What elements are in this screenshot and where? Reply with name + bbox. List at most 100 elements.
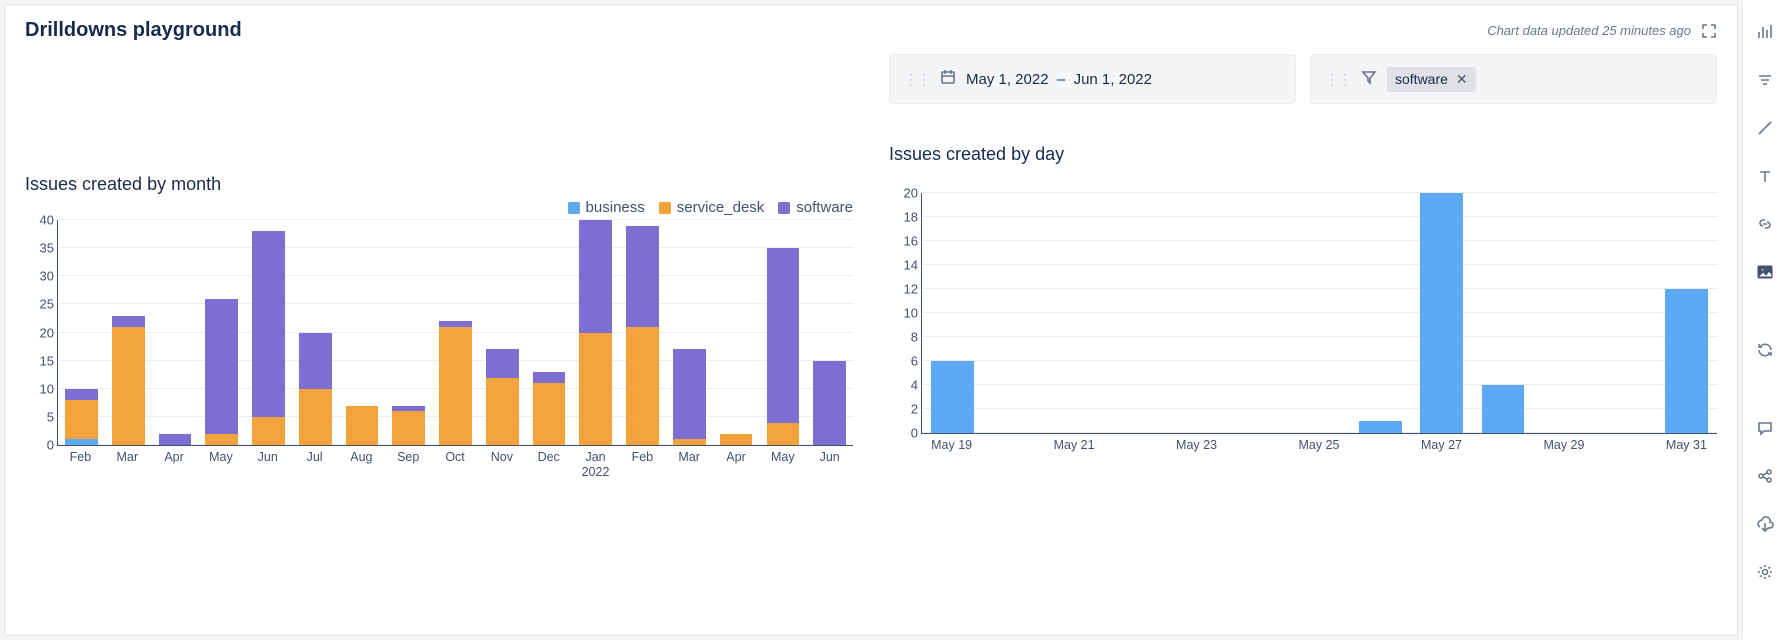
bar-segment[interactable] [579, 333, 612, 446]
chart-right: ⋮⋮ May 1, 2022 – Jun 1, 2022 ⋮⋮ software… [889, 54, 1717, 611]
bar-segment[interactable] [486, 378, 519, 446]
bar-segment[interactable] [486, 349, 519, 377]
legend-item-business[interactable]: business [568, 199, 645, 216]
bar-slot[interactable] [198, 220, 245, 445]
x-axis-label [1105, 434, 1166, 453]
bar-segment[interactable] [65, 389, 98, 400]
bar-slot[interactable] [432, 220, 479, 445]
legend-item-service-desk[interactable]: service_desk [659, 199, 765, 216]
link-icon[interactable] [1751, 210, 1779, 238]
bar-segment[interactable] [299, 389, 332, 445]
bar-slot[interactable] [479, 220, 526, 445]
fullscreen-icon[interactable] [1701, 23, 1717, 39]
x-axis-label: Aug [338, 446, 385, 480]
bar-segment[interactable] [205, 299, 238, 434]
line-icon[interactable] [1751, 114, 1779, 142]
bar-slot[interactable] [1411, 193, 1472, 433]
bar-slot[interactable] [1289, 193, 1350, 433]
share-icon[interactable] [1751, 462, 1779, 490]
bar-slot[interactable] [572, 220, 619, 445]
chart-left-plot: 0510152025303540 FebMarAprMayJunJulAugSe… [25, 220, 853, 480]
bar-segment[interactable] [252, 417, 285, 445]
bar-slot[interactable] [152, 220, 199, 445]
bar-slot[interactable] [713, 220, 760, 445]
bar-slot[interactable] [339, 220, 386, 445]
bar-segment[interactable] [533, 372, 566, 383]
bar-segment[interactable] [439, 327, 472, 445]
bar-segment[interactable] [579, 220, 612, 333]
x-axis-label: Apr [151, 446, 198, 480]
x-axis-label: Nov [478, 446, 525, 480]
bar-slot[interactable] [666, 220, 713, 445]
bar-segment[interactable] [205, 434, 238, 445]
bar-slot[interactable] [1044, 193, 1105, 433]
x-axis-label: May [759, 446, 806, 480]
x-axis-label: May 19 [921, 434, 982, 453]
bar-segment[interactable] [813, 361, 846, 445]
comment-icon[interactable] [1751, 414, 1779, 442]
bar-segment[interactable] [931, 361, 974, 433]
bar-slot[interactable] [619, 220, 666, 445]
bar-segment[interactable] [1420, 193, 1463, 433]
bar-slot[interactable] [1105, 193, 1166, 433]
bar-slot[interactable] [1656, 193, 1717, 433]
bar-segment[interactable] [392, 411, 425, 445]
bar-segment[interactable] [112, 316, 145, 327]
bar-slot[interactable] [983, 193, 1044, 433]
bar-segment[interactable] [252, 231, 285, 417]
drag-handle-icon[interactable]: ⋮⋮ [904, 71, 930, 88]
text-icon[interactable] [1751, 162, 1779, 190]
bar-slot[interactable] [806, 220, 853, 445]
image-icon[interactable] [1751, 258, 1779, 286]
refresh-icon[interactable] [1751, 336, 1779, 364]
chart-right-plot: 02468101214161820 May 19May 21May 23May … [889, 193, 1717, 453]
bar-slot[interactable] [1472, 193, 1533, 433]
x-axis-label: May 31 [1656, 434, 1717, 453]
bar-slot[interactable] [292, 220, 339, 445]
x-axis-label: May 23 [1166, 434, 1227, 453]
bar-slot[interactable] [922, 193, 983, 433]
settings-icon[interactable] [1751, 558, 1779, 586]
bar-segment[interactable] [65, 400, 98, 439]
bar-segment[interactable] [1665, 289, 1708, 433]
drag-handle-icon[interactable]: ⋮⋮ [1325, 71, 1351, 88]
bar-segment[interactable] [626, 226, 659, 327]
bar-slot[interactable] [58, 220, 105, 445]
bar-slot[interactable] [1595, 193, 1656, 433]
bar-segment[interactable] [673, 439, 706, 445]
bar-segment[interactable] [346, 406, 379, 445]
bar-slot[interactable] [1228, 193, 1289, 433]
chip-remove-icon[interactable]: ✕ [1456, 71, 1468, 88]
filter-icon[interactable] [1751, 66, 1779, 94]
bar-slot[interactable] [245, 220, 292, 445]
bar-segment[interactable] [533, 383, 566, 445]
bar-segment[interactable] [1482, 385, 1525, 433]
bar-segment[interactable] [626, 327, 659, 445]
bar-segment[interactable] [720, 434, 753, 445]
bar-segment[interactable] [767, 423, 800, 446]
legend-item-software[interactable]: software [778, 199, 853, 216]
bar-segment[interactable] [112, 327, 145, 445]
date-range-text: May 1, 2022 – Jun 1, 2022 [966, 71, 1152, 88]
bar-segment[interactable] [767, 248, 800, 422]
bar-slot[interactable] [526, 220, 573, 445]
download-icon[interactable] [1751, 510, 1779, 538]
bar-slot[interactable] [385, 220, 432, 445]
x-axis-label: Sep [385, 446, 432, 480]
bar-segment[interactable] [1359, 421, 1402, 433]
bar-slot[interactable] [1167, 193, 1228, 433]
charts-row: Issues created by month business service… [25, 54, 1717, 611]
bar-segment[interactable] [159, 434, 192, 445]
chart-icon[interactable] [1751, 18, 1779, 46]
bar-slot[interactable] [759, 220, 806, 445]
bar-segment[interactable] [299, 333, 332, 389]
tag-filter[interactable]: ⋮⋮ software ✕ [1310, 54, 1717, 104]
date-range-filter[interactable]: ⋮⋮ May 1, 2022 – Jun 1, 2022 [889, 54, 1296, 104]
x-axis-label: Dec [525, 446, 572, 480]
bar-segment[interactable] [65, 439, 98, 445]
bar-segment[interactable] [673, 349, 706, 439]
bar-slot[interactable] [105, 220, 152, 445]
bar-slot[interactable] [1534, 193, 1595, 433]
x-axis-label: Jan2022 [572, 446, 619, 480]
bar-slot[interactable] [1350, 193, 1411, 433]
